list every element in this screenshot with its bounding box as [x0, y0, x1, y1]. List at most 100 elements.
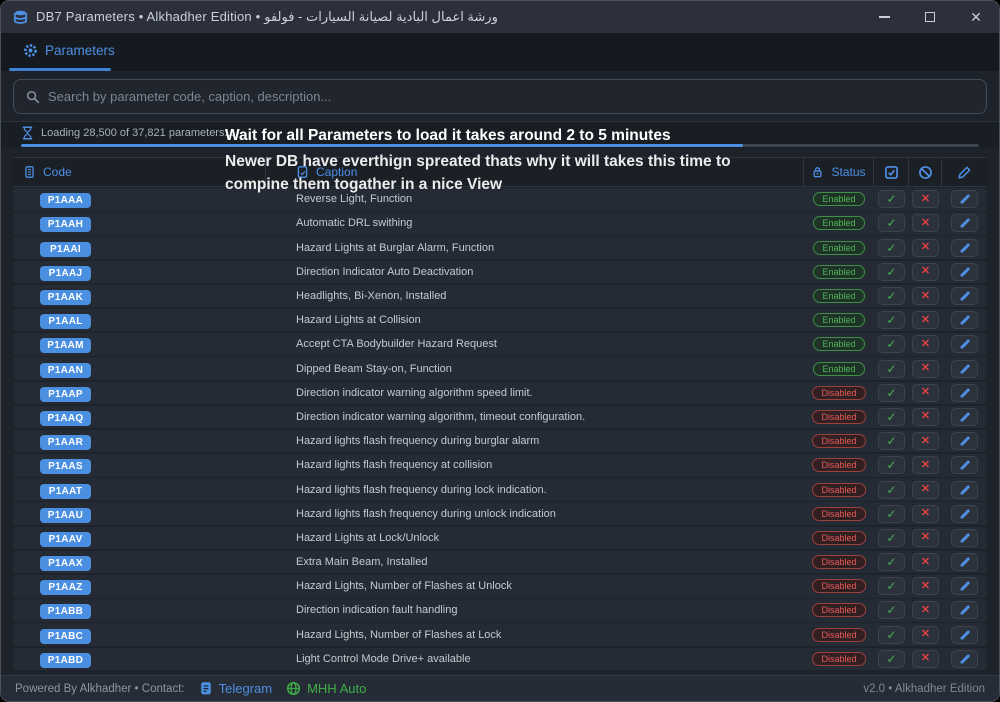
edit-button[interactable]	[951, 408, 978, 426]
search-input[interactable]	[48, 89, 974, 104]
param-code-badge[interactable]: P1AAH	[40, 217, 91, 232]
edit-button[interactable]	[951, 529, 978, 547]
disable-button[interactable]: ✕	[912, 432, 939, 450]
edit-button[interactable]	[951, 335, 978, 353]
disable-button[interactable]: ✕	[912, 456, 939, 474]
telegram-link[interactable]: Telegram	[199, 681, 272, 696]
header-enable-all[interactable]	[874, 158, 909, 186]
enable-button[interactable]: ✓	[878, 481, 905, 499]
param-code-badge[interactable]: P1AAQ	[40, 411, 91, 426]
disable-button[interactable]: ✕	[912, 384, 939, 402]
param-code-badge[interactable]: P1AAJ	[40, 266, 91, 281]
enable-button[interactable]: ✓	[878, 529, 905, 547]
edit-button[interactable]	[951, 190, 978, 208]
telegram-label: Telegram	[219, 681, 272, 696]
disable-button[interactable]: ✕	[912, 263, 939, 281]
edit-button[interactable]	[951, 263, 978, 281]
enable-button[interactable]: ✓	[878, 553, 905, 571]
disable-button[interactable]: ✕	[912, 360, 939, 378]
disable-button[interactable]: ✕	[912, 626, 939, 644]
disable-button[interactable]: ✕	[912, 553, 939, 571]
enable-button[interactable]: ✓	[878, 577, 905, 595]
disable-button[interactable]: ✕	[912, 214, 939, 232]
check-icon: ✓	[886, 604, 896, 616]
header-disable-all[interactable]	[909, 158, 942, 186]
param-code-badge[interactable]: P1AAN	[40, 363, 91, 378]
enable-button[interactable]: ✓	[878, 456, 905, 474]
parameters-table: Code Caption	[13, 157, 987, 672]
edit-button[interactable]	[951, 214, 978, 232]
enable-button[interactable]: ✓	[878, 214, 905, 232]
param-code-badge[interactable]: P1ABD	[40, 653, 91, 668]
enable-button[interactable]: ✓	[878, 432, 905, 450]
disable-button[interactable]: ✕	[912, 481, 939, 499]
param-code-badge[interactable]: P1AAX	[40, 556, 91, 571]
edit-button[interactable]	[951, 650, 978, 668]
disable-button[interactable]: ✕	[912, 311, 939, 329]
enable-button[interactable]: ✓	[878, 263, 905, 281]
enable-button[interactable]: ✓	[878, 626, 905, 644]
param-code-badge[interactable]: P1AAU	[40, 508, 91, 523]
minimize-button[interactable]	[861, 1, 907, 33]
enable-button[interactable]: ✓	[878, 287, 905, 305]
param-code-badge[interactable]: P1ABC	[40, 629, 91, 644]
enable-button[interactable]: ✓	[878, 239, 905, 257]
enable-button[interactable]: ✓	[878, 360, 905, 378]
edit-button[interactable]	[951, 384, 978, 402]
disable-button[interactable]: ✕	[912, 190, 939, 208]
edit-button[interactable]	[951, 481, 978, 499]
param-code-badge[interactable]: P1AAM	[40, 338, 91, 353]
edit-button[interactable]	[951, 577, 978, 595]
mhh-auto-link[interactable]: MHH Auto	[286, 681, 366, 696]
disable-button[interactable]: ✕	[912, 239, 939, 257]
maximize-button[interactable]	[907, 1, 953, 33]
param-code-badge[interactable]: P1AAL	[40, 314, 91, 329]
param-code-badge[interactable]: P1AAV	[40, 532, 91, 547]
x-icon: ✕	[921, 484, 930, 495]
enable-button[interactable]: ✓	[878, 335, 905, 353]
tab-parameters[interactable]: Parameters	[9, 33, 129, 68]
status-badge: Enabled	[813, 337, 864, 351]
param-code-badge[interactable]: P1ABB	[40, 604, 91, 619]
enable-button[interactable]: ✓	[878, 190, 905, 208]
disable-button[interactable]: ✕	[912, 335, 939, 353]
disable-button[interactable]: ✕	[912, 577, 939, 595]
x-icon: ✕	[921, 629, 930, 640]
edit-button[interactable]	[951, 432, 978, 450]
disable-button[interactable]: ✕	[912, 529, 939, 547]
param-code-badge[interactable]: P1AAA	[40, 193, 91, 208]
param-caption: Hazard Lights at Collision	[266, 314, 804, 326]
edit-button[interactable]	[951, 311, 978, 329]
enable-button[interactable]: ✓	[878, 408, 905, 426]
close-button[interactable]: ✕	[953, 1, 999, 33]
edit-button[interactable]	[951, 601, 978, 619]
edit-button[interactable]	[951, 505, 978, 523]
search-icon	[26, 90, 40, 104]
disable-button[interactable]: ✕	[912, 650, 939, 668]
disable-button[interactable]: ✕	[912, 287, 939, 305]
enable-button[interactable]: ✓	[878, 311, 905, 329]
edit-button[interactable]	[951, 287, 978, 305]
enable-button[interactable]: ✓	[878, 505, 905, 523]
param-code-badge[interactable]: P1AAP	[40, 387, 91, 402]
disable-button[interactable]: ✕	[912, 505, 939, 523]
edit-button[interactable]	[951, 239, 978, 257]
disable-button[interactable]: ✕	[912, 601, 939, 619]
check-icon: ✓	[886, 266, 896, 278]
param-code-badge[interactable]: P1AAR	[40, 435, 91, 450]
enable-button[interactable]: ✓	[878, 601, 905, 619]
edit-button[interactable]	[951, 553, 978, 571]
disable-button[interactable]: ✕	[912, 408, 939, 426]
enable-button[interactable]: ✓	[878, 384, 905, 402]
param-code-badge[interactable]: P1AAS	[40, 459, 91, 474]
edit-button[interactable]	[951, 626, 978, 644]
header-edit[interactable]	[942, 158, 987, 186]
header-status[interactable]: Status	[804, 158, 874, 186]
param-code-badge[interactable]: P1AAT	[40, 484, 91, 499]
param-code-badge[interactable]: P1AAK	[40, 290, 91, 305]
enable-button[interactable]: ✓	[878, 650, 905, 668]
edit-button[interactable]	[951, 360, 978, 378]
edit-button[interactable]	[951, 456, 978, 474]
param-code-badge[interactable]: P1AAZ	[40, 580, 91, 595]
param-code-badge[interactable]: P1AAI	[40, 242, 91, 257]
